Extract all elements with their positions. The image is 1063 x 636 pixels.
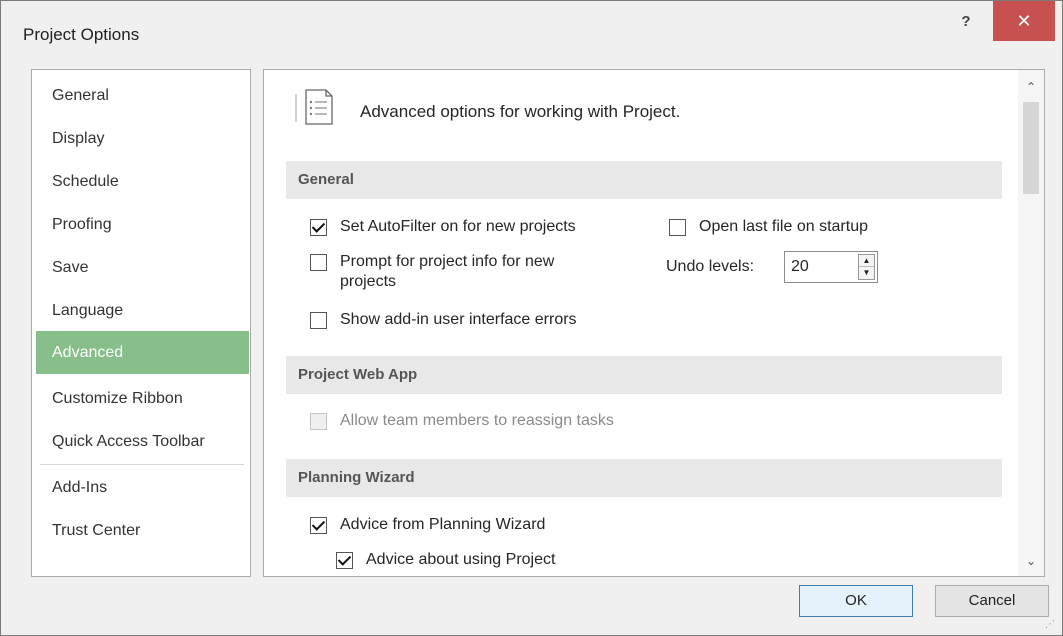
resize-grip-icon[interactable]: ⋰	[1045, 619, 1059, 633]
prompt-label-line2: projects	[340, 273, 397, 290]
scroll-down-icon[interactable]: ⌄	[1018, 550, 1044, 572]
scrollbar-thumb[interactable]	[1023, 102, 1039, 194]
advice-about-project-checkbox[interactable]: Advice about using Project	[336, 550, 555, 570]
cancel-button[interactable]: Cancel	[935, 585, 1049, 617]
prompt-project-info-checkbox[interactable]: Prompt for project info for new projects	[310, 252, 554, 292]
checkbox-box[interactable]	[336, 552, 353, 569]
ok-button[interactable]: OK	[799, 585, 913, 617]
vertical-scrollbar[interactable]: ⌃ ⌄	[1018, 70, 1044, 576]
sidebar-divider	[40, 464, 244, 465]
sidebar-item-add-ins[interactable]: Add-Ins	[36, 466, 249, 509]
open-last-file-label: Open last file on startup	[699, 218, 868, 235]
undo-levels-spinner[interactable]: 20 ▲ ▼	[784, 251, 878, 283]
sidebar-item-proofing[interactable]: Proofing	[36, 203, 249, 246]
close-button[interactable]: ✕	[993, 1, 1055, 41]
allow-reassign-label: Allow team members to reassign tasks	[340, 412, 614, 429]
sidebar-item-save[interactable]: Save	[36, 246, 249, 289]
scroll-up-icon[interactable]: ⌃	[1018, 76, 1044, 98]
advice-from-wizard-label: Advice from Planning Wizard	[340, 516, 546, 533]
options-sidebar: General Display Schedule Proofing Save L…	[31, 69, 251, 577]
sidebar-item-general[interactable]: General	[36, 74, 249, 117]
sidebar-item-customize-ribbon[interactable]: Customize Ribbon	[36, 377, 249, 420]
spinner-buttons: ▲ ▼	[858, 254, 875, 280]
section-header-general: General	[286, 161, 1002, 199]
sidebar-item-display[interactable]: Display	[36, 117, 249, 160]
allow-reassign-checkbox: Allow team members to reassign tasks	[310, 411, 614, 431]
advice-about-project-label: Advice about using Project	[366, 551, 556, 568]
sidebar-item-trust-center[interactable]: Trust Center	[36, 509, 249, 552]
checkbox-box[interactable]	[310, 517, 327, 534]
sidebar-item-language[interactable]: Language	[36, 289, 249, 332]
undo-levels-value[interactable]: 20	[791, 258, 809, 276]
sidebar-item-schedule[interactable]: Schedule	[36, 160, 249, 203]
set-autofilter-label: Set AutoFilter on for new projects	[340, 218, 576, 235]
show-addin-errors-label: Show add-in user interface errors	[340, 311, 577, 328]
title-bar: Project Options ? ✕	[1, 1, 1062, 63]
prompt-project-info-label: Prompt for project info for new projects	[340, 252, 554, 292]
checkbox-box[interactable]	[310, 219, 327, 236]
checkbox-box[interactable]	[669, 219, 686, 236]
prompt-label-line1: Prompt for project info for new	[340, 253, 555, 270]
advanced-options-panel: Advanced options for working with Projec…	[263, 69, 1045, 577]
spinner-up-icon[interactable]: ▲	[859, 255, 874, 267]
close-icon: ✕	[1016, 11, 1032, 31]
spinner-down-icon[interactable]: ▼	[859, 267, 874, 279]
advice-from-wizard-checkbox[interactable]: Advice from Planning Wizard	[310, 515, 545, 535]
open-last-file-checkbox[interactable]: Open last file on startup	[669, 217, 868, 237]
sidebar-item-quick-access-toolbar[interactable]: Quick Access Toolbar	[36, 420, 249, 463]
dialog-title: Project Options	[23, 25, 140, 44]
project-options-dialog: Project Options ? ✕ General Display Sche…	[0, 0, 1063, 636]
set-autofilter-checkbox[interactable]: Set AutoFilter on for new projects	[310, 217, 576, 237]
checkbox-box	[310, 413, 327, 430]
sidebar-item-advanced[interactable]: Advanced	[36, 331, 249, 374]
checkbox-box[interactable]	[310, 254, 327, 271]
help-button[interactable]: ?	[953, 9, 979, 35]
section-header-planning-wizard: Planning Wizard	[286, 459, 1002, 497]
checkbox-box[interactable]	[310, 312, 327, 329]
undo-levels-label: Undo levels:	[666, 258, 755, 275]
show-addin-errors-checkbox[interactable]: Show add-in user interface errors	[310, 310, 577, 330]
document-options-icon	[295, 89, 333, 125]
page-heading: Advanced options for working with Projec…	[360, 102, 681, 121]
section-header-project-web-app: Project Web App	[286, 356, 1002, 394]
